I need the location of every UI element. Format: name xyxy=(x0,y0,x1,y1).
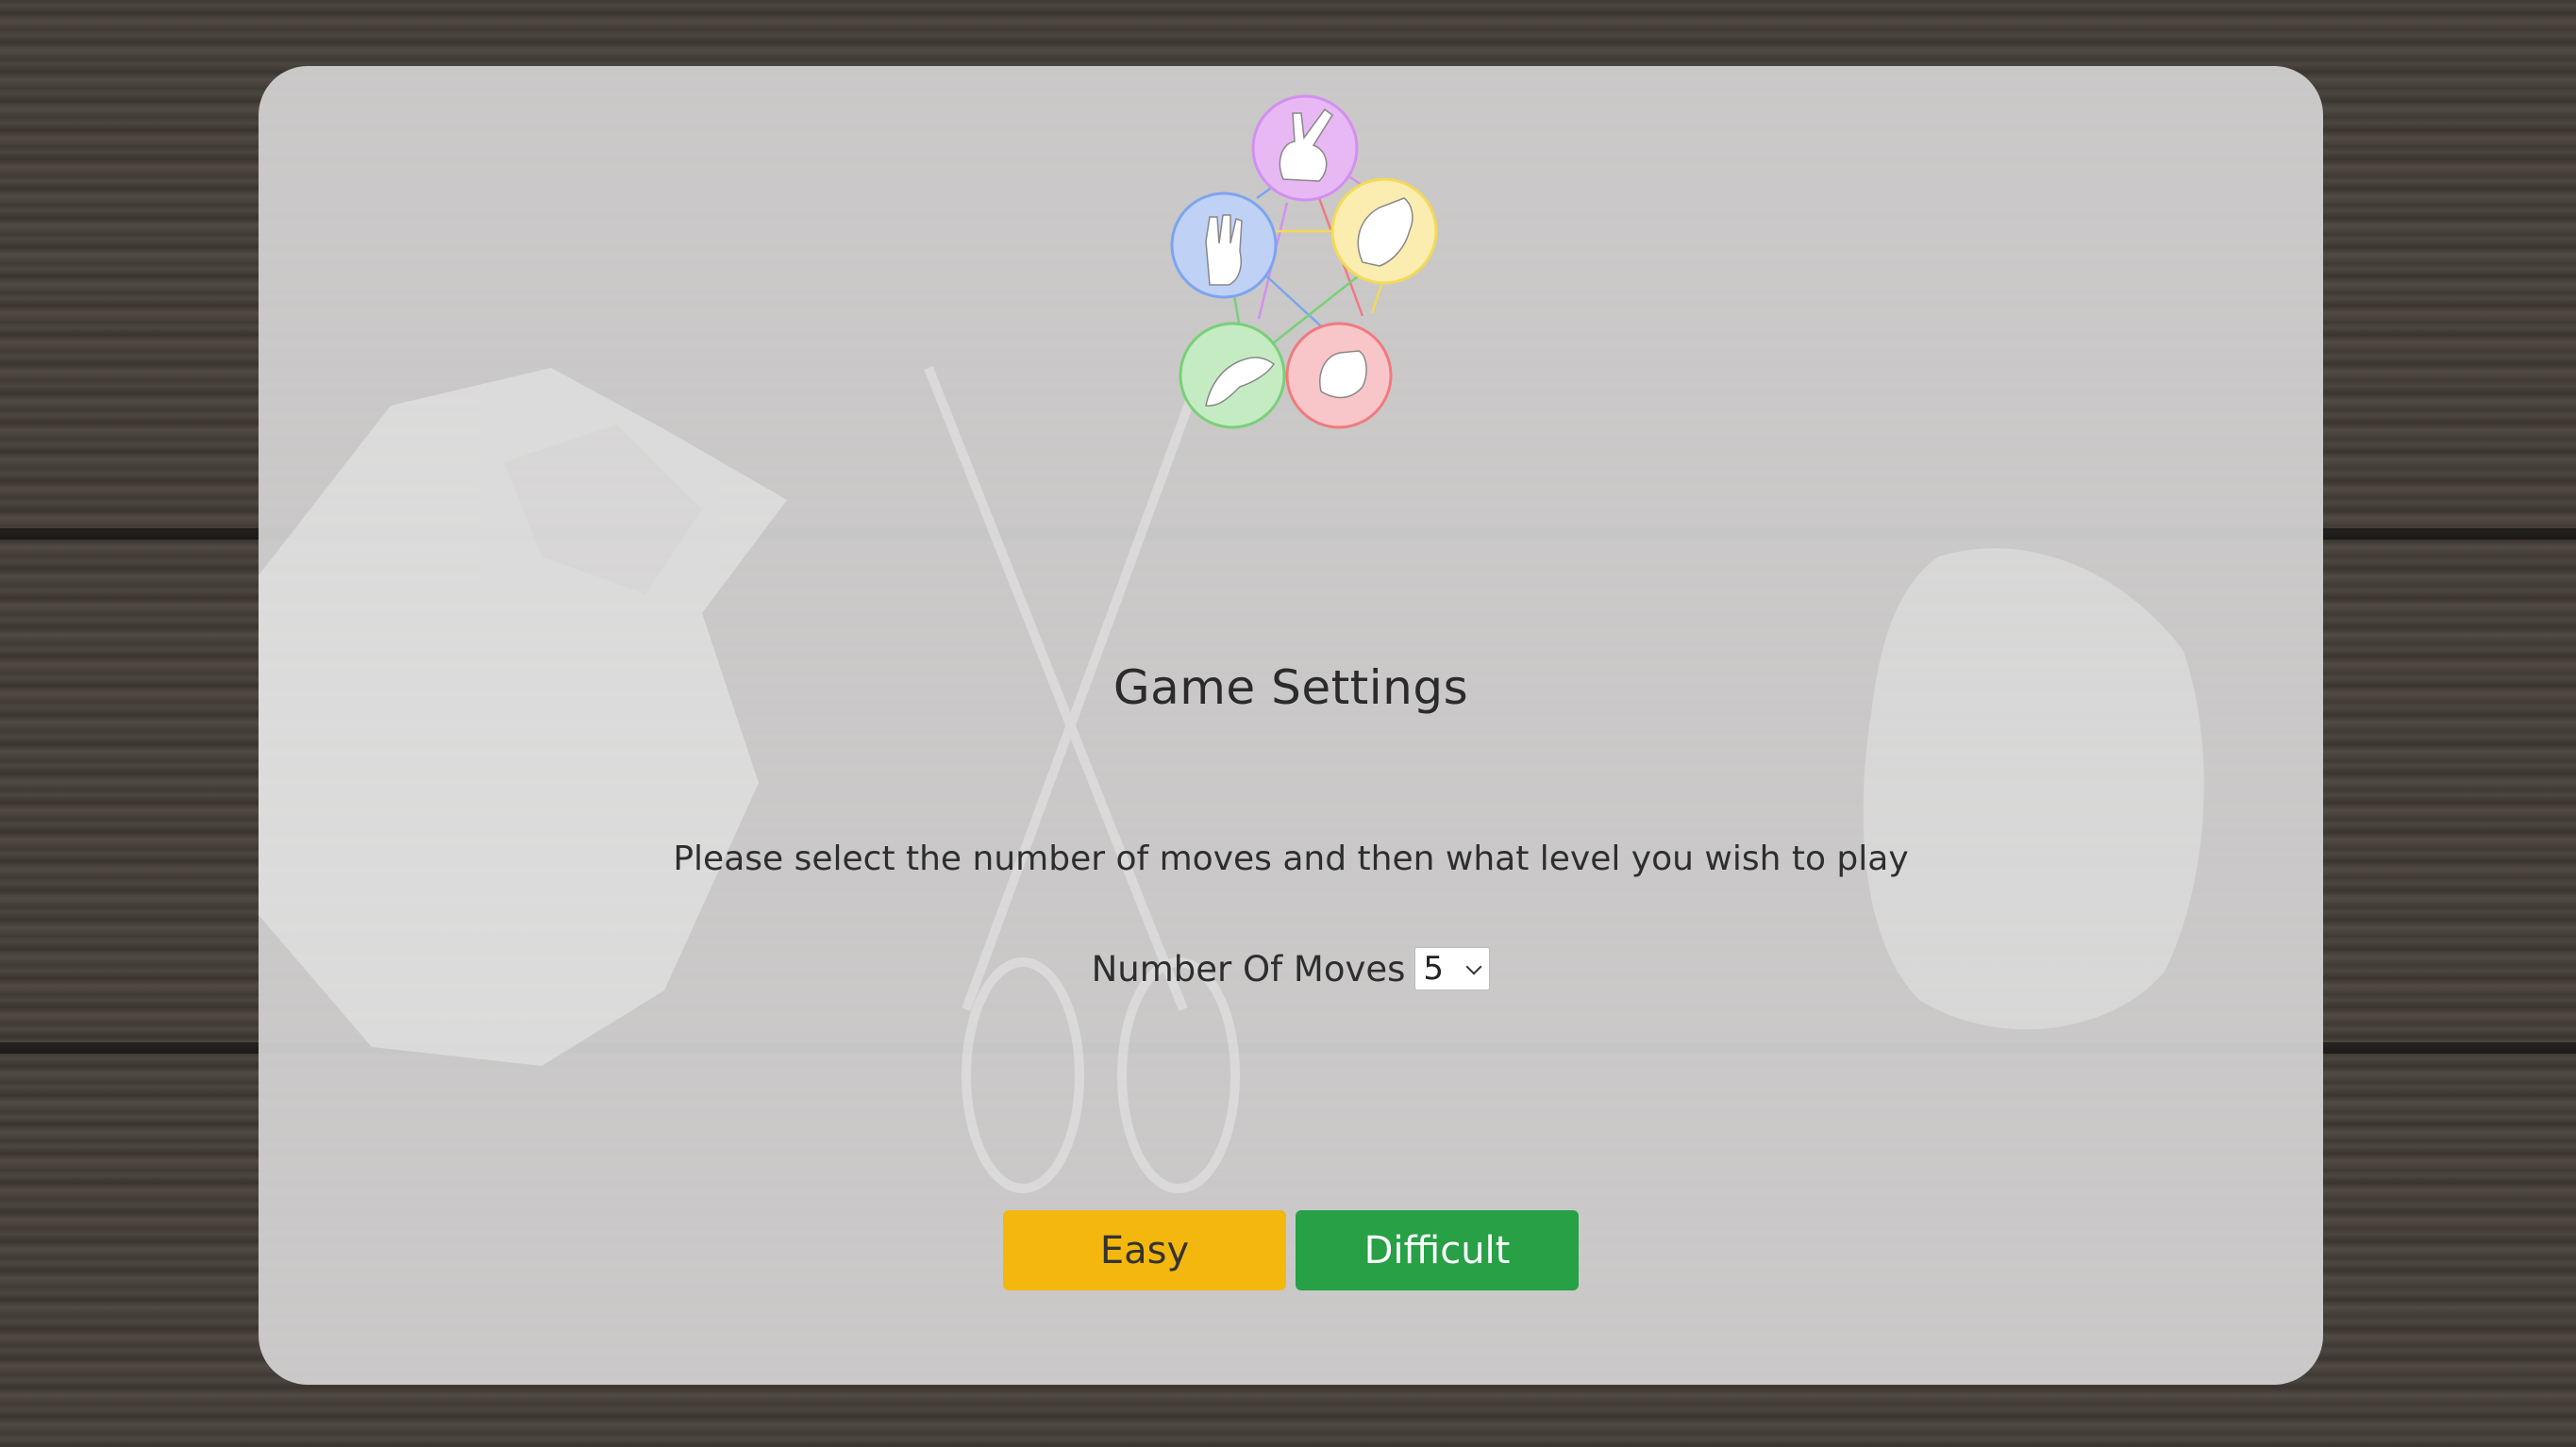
paper-hand-icon xyxy=(1330,177,1438,285)
scissors-icon xyxy=(924,366,1240,1193)
difficult-button[interactable]: Difficult xyxy=(1296,1210,1579,1290)
instruction-text: Please select the number of moves and th… xyxy=(673,840,1909,878)
chevron-down-icon xyxy=(1465,958,1482,975)
lizard-hand-icon xyxy=(1179,322,1286,429)
page-title: Game Settings xyxy=(1112,660,1469,715)
scissors-hand-icon xyxy=(1251,94,1359,202)
moves-selector-row: Number Of Moves 5 xyxy=(259,947,2323,990)
easy-button[interactable]: Easy xyxy=(1003,1210,1286,1290)
rock-hand-icon xyxy=(1285,322,1393,429)
spock-hand-icon xyxy=(1170,191,1278,299)
difficulty-buttons: Easy Difficult xyxy=(259,1210,2323,1290)
settings-card: Game Settings Please select the number o… xyxy=(259,66,2323,1385)
game-logo-icon xyxy=(1170,94,1438,429)
number-of-moves-select[interactable]: 5 xyxy=(1414,947,1491,990)
moves-label: Number Of Moves xyxy=(1091,948,1406,990)
moves-selected-value: 5 xyxy=(1423,950,1445,988)
